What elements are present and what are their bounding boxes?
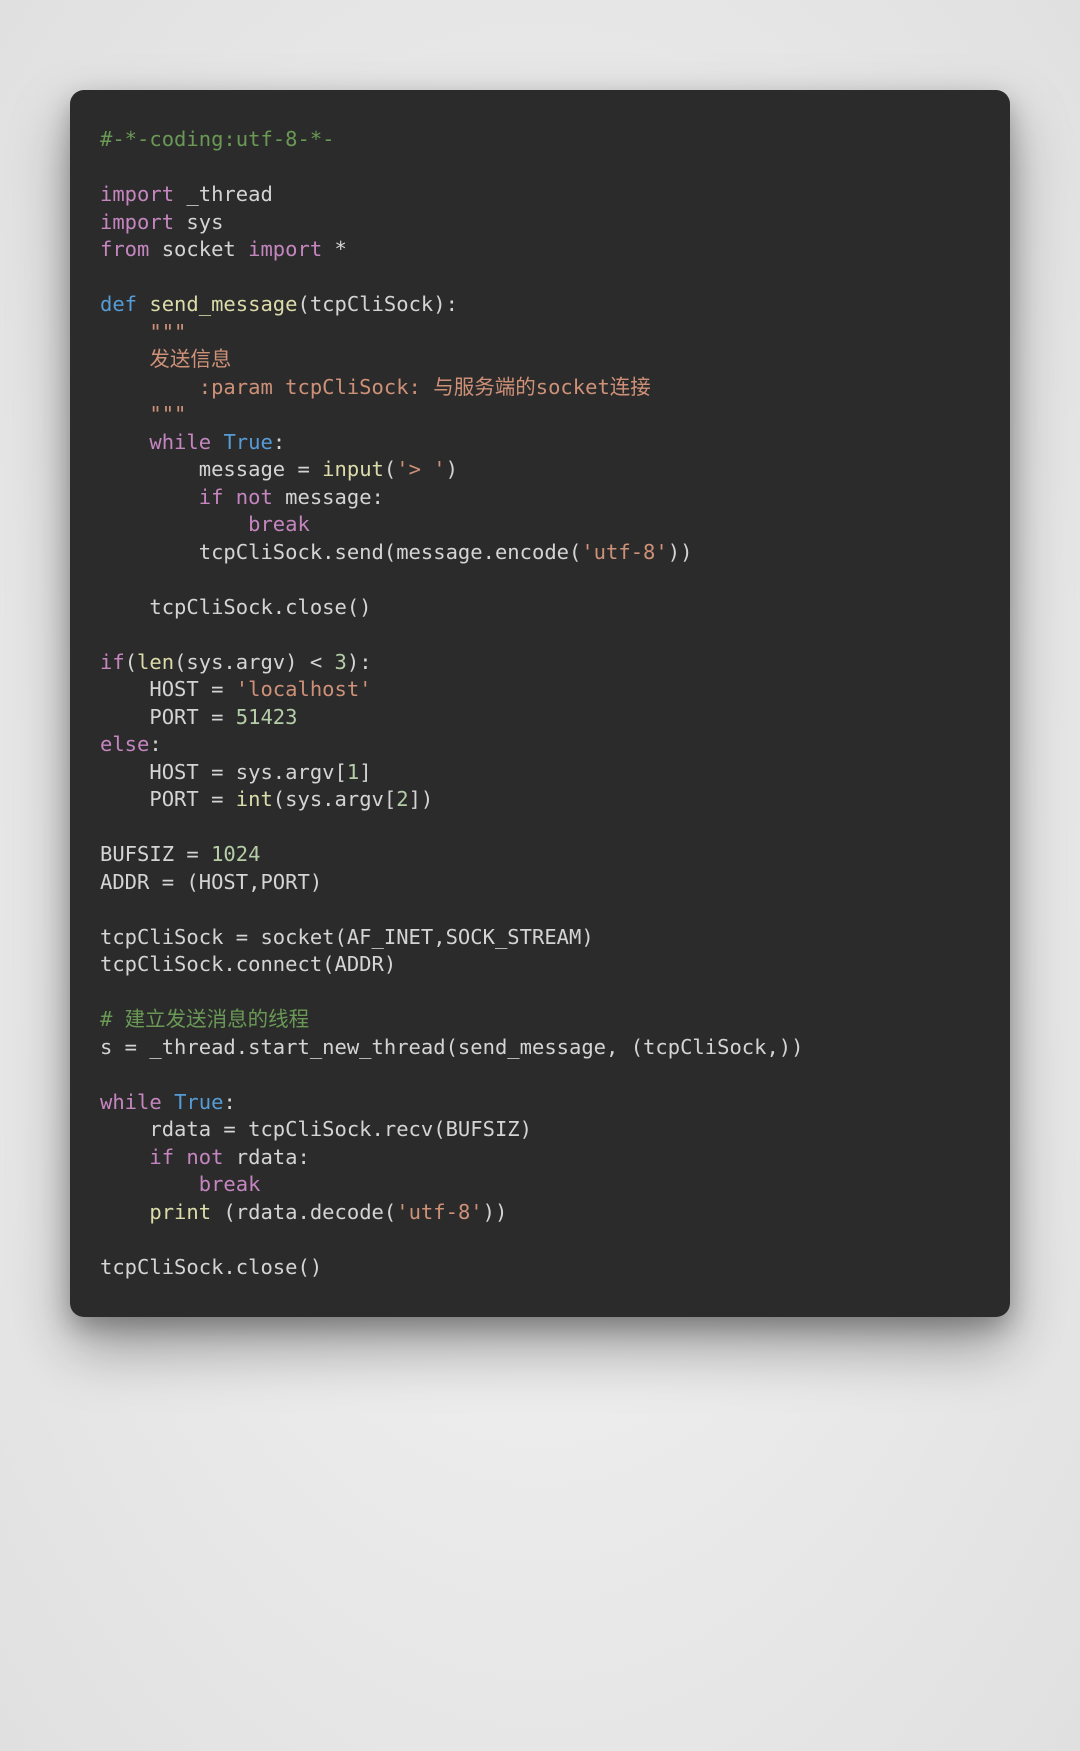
builtin-print: print	[149, 1200, 211, 1224]
code-text: PORT =	[100, 705, 236, 729]
code-text	[100, 1172, 199, 1196]
code-text: tcpCliSock = socket(AF_INET,SOCK_STREAM)	[100, 925, 594, 949]
keyword-from: from	[100, 237, 149, 261]
code-card: #-*-coding:utf-8-*- import _thread impor…	[70, 90, 1010, 1317]
builtin-input: input	[322, 457, 384, 481]
code-text	[100, 430, 149, 454]
code-text: (rdata.decode(	[211, 1200, 396, 1224]
keyword-import: import	[100, 210, 174, 234]
code-text	[100, 512, 248, 536]
code-text: ))	[483, 1200, 508, 1224]
code-text	[162, 1090, 174, 1114]
keyword-not: not	[236, 485, 273, 509]
string-literal: '> '	[396, 457, 445, 481]
keyword-if: if	[149, 1145, 174, 1169]
code-text: message =	[100, 457, 322, 481]
number-literal: 51423	[236, 705, 298, 729]
keyword-else: else	[100, 732, 149, 756]
string-literal: 'utf-8'	[396, 1200, 482, 1224]
code-text: (	[125, 650, 137, 674]
keyword-not: not	[186, 1145, 223, 1169]
code-text: message:	[273, 485, 384, 509]
code-text: tcpCliSock.send(message.encode(	[100, 540, 581, 564]
code-text: ))	[668, 540, 693, 564]
builtin-len: len	[137, 650, 174, 674]
code-text: (tcpCliSock):	[297, 292, 457, 316]
code-text: rdata = tcpCliSock.recv(BUFSIZ)	[100, 1117, 532, 1141]
builtin-int: int	[236, 787, 273, 811]
code-text: *	[322, 237, 347, 261]
comment: # 建立发送消息的线程	[100, 1007, 309, 1031]
code-text: HOST = sys.argv[	[100, 760, 347, 784]
code-text	[100, 1145, 149, 1169]
code-text: HOST =	[100, 677, 236, 701]
number-literal: 1	[347, 760, 359, 784]
keyword-if: if	[199, 485, 224, 509]
code-text: BUFSIZ =	[100, 842, 211, 866]
code-text: ):	[347, 650, 372, 674]
code-text: ADDR = (HOST,PORT)	[100, 870, 322, 894]
code-line: #-*-coding:utf-8-*-	[100, 127, 335, 151]
code-text	[223, 485, 235, 509]
boolean-true: True	[223, 430, 272, 454]
code-text: ])	[409, 787, 434, 811]
code-text: :	[223, 1090, 235, 1114]
number-literal: 3	[335, 650, 347, 674]
code-text: _thread	[174, 182, 273, 206]
code-text: )	[446, 457, 458, 481]
number-literal: 2	[396, 787, 408, 811]
code-text: tcpCliSock.close()	[100, 595, 372, 619]
code-text: socket	[149, 237, 248, 261]
code-text: sys	[174, 210, 223, 234]
string-literal: 'localhost'	[236, 677, 372, 701]
docstring: 发送信息	[100, 347, 231, 371]
keyword-def: def	[100, 292, 137, 316]
code-text	[174, 1145, 186, 1169]
code-text: rdata:	[223, 1145, 309, 1169]
code-text: s = _thread.start_new_thread(send_messag…	[100, 1035, 804, 1059]
code-text: (sys.argv) <	[174, 650, 334, 674]
code-text: :	[273, 430, 285, 454]
function-name: send_message	[149, 292, 297, 316]
docstring: """	[100, 320, 186, 344]
keyword-import: import	[100, 182, 174, 206]
code-text: tcpCliSock.close()	[100, 1255, 322, 1279]
keyword-if: if	[100, 650, 125, 674]
code-text	[211, 430, 223, 454]
code-text: tcpCliSock.connect(ADDR)	[100, 952, 396, 976]
code-text: (sys.argv[	[273, 787, 396, 811]
keyword-while: while	[149, 430, 211, 454]
code-text: :	[149, 732, 161, 756]
code-text	[100, 485, 199, 509]
code-text: (	[384, 457, 396, 481]
keyword-while: while	[100, 1090, 162, 1114]
docstring: """	[100, 402, 186, 426]
number-literal: 1024	[211, 842, 260, 866]
string-literal: 'utf-8'	[581, 540, 667, 564]
keyword-break: break	[199, 1172, 261, 1196]
code-text	[137, 292, 149, 316]
keyword-import: import	[248, 237, 322, 261]
code-block: #-*-coding:utf-8-*- import _thread impor…	[100, 126, 980, 1281]
code-text: ]	[359, 760, 371, 784]
code-text	[100, 1200, 149, 1224]
docstring: :param tcpCliSock: 与服务端的socket连接	[100, 375, 651, 399]
boolean-true: True	[174, 1090, 223, 1114]
code-text: PORT =	[100, 787, 236, 811]
keyword-break: break	[248, 512, 310, 536]
